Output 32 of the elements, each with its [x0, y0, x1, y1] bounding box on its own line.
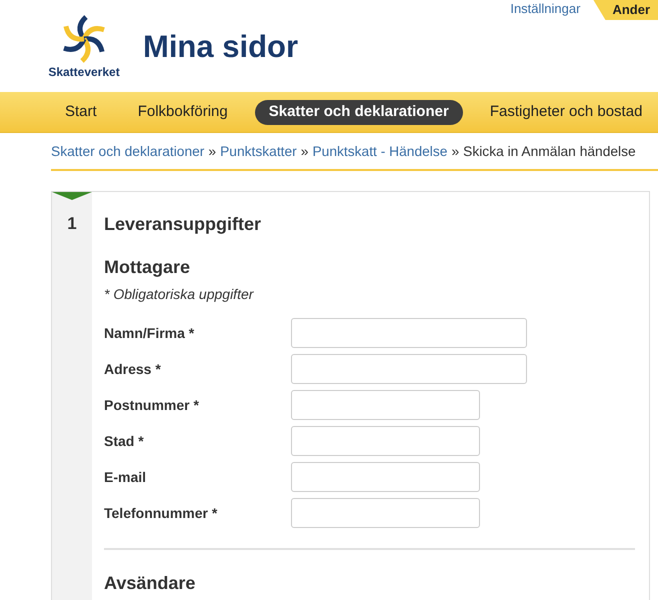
text-input[interactable]	[291, 426, 480, 456]
step-number: 1	[67, 213, 77, 235]
nav-tab[interactable]: Folkbokföring	[124, 100, 242, 124]
user-tab[interactable]: Ander	[593, 0, 658, 20]
breadcrumb-current: Skicka in Anmälan händelse	[463, 143, 636, 161]
field-label: Namn/Firma *	[104, 324, 196, 342]
breadcrumb-link[interactable]: Skatter och deklarationer	[51, 142, 204, 162]
breadcrumb-separator: »	[300, 143, 308, 161]
required-note: * Obligatoriska uppgifter	[104, 285, 255, 304]
breadcrumb-separator: »	[208, 143, 216, 161]
nav-tab[interactable]: Skatter och deklarationer	[254, 100, 463, 124]
breadcrumb-link[interactable]: Punktskatter	[220, 142, 297, 162]
logo-text: Skatteverket	[48, 65, 120, 79]
text-input[interactable]	[291, 462, 480, 492]
field-label: Postnummer *	[104, 396, 200, 414]
breadcrumb-separator: »	[451, 143, 460, 161]
text-input[interactable]	[291, 318, 527, 348]
settings-link[interactable]: Inställningar	[510, 1, 580, 17]
text-input[interactable]	[291, 390, 480, 420]
step-title: Leveransuppgifter	[104, 213, 262, 235]
nav-tab[interactable]: Start	[51, 100, 111, 124]
text-input[interactable]	[291, 498, 480, 528]
section-heading: Avsändare	[104, 572, 196, 594]
text-input[interactable]	[291, 354, 527, 384]
breadcrumb-link[interactable]: Punktskatt - Händelse	[312, 142, 448, 162]
section-heading: Mottagare	[104, 256, 192, 278]
field-label: Telefonnummer *	[104, 504, 218, 522]
field-label: Adress *	[104, 360, 162, 378]
field-label: Stad *	[104, 432, 145, 450]
page-title: Mina sidor	[143, 29, 298, 65]
nav-tab[interactable]: Fastigheter och bostad	[476, 100, 656, 124]
field-label: E-mail	[104, 468, 148, 486]
